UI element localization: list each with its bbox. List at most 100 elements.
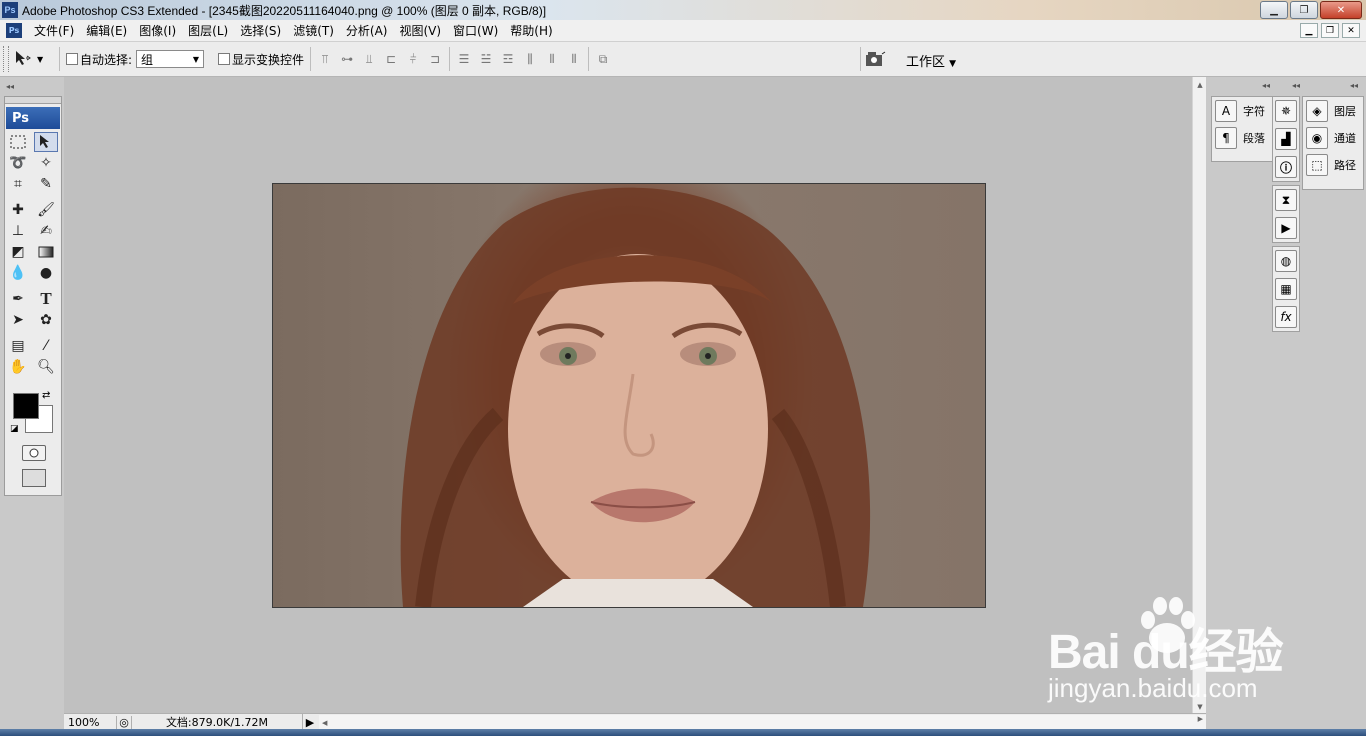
zoom-field[interactable]: 100%: [64, 715, 117, 729]
menu-window[interactable]: 窗口(W): [447, 22, 504, 39]
minimize-button[interactable]: ▁: [1260, 1, 1288, 19]
align-left-icon[interactable]: ⊏: [383, 52, 399, 66]
menu-edit[interactable]: 编辑(E): [80, 22, 133, 39]
doc-restore-button[interactable]: ❐: [1321, 23, 1339, 38]
custom-shape-tool-icon[interactable]: ✿: [34, 310, 58, 330]
title-bar: Ps Adobe Photoshop CS3 Extended - [2345截…: [0, 0, 1366, 20]
panel-paths[interactable]: ⬚ 路径: [1303, 151, 1363, 178]
align-horizontal-center-icon[interactable]: ⫩: [405, 52, 421, 66]
collapse-icon[interactable]: ◂◂: [1262, 81, 1270, 90]
scroll-right-icon[interactable]: ▶: [1198, 715, 1206, 723]
document-icon[interactable]: Ps: [6, 23, 22, 38]
paragraph-icon: ¶: [1215, 126, 1237, 149]
zoom-tool-icon[interactable]: 🔍︎: [34, 357, 58, 377]
bridge-icon[interactable]: [862, 48, 888, 70]
history-panel-group: ⧗ ▶: [1272, 185, 1300, 243]
scroll-down-icon[interactable]: ▼: [1193, 703, 1207, 711]
options-bar: ▼ 自动选择: 组 ▼ 显示变换控件 ⫪ ⊶ ⫫ ⊏ ⫩ ⊐ ☰ ☱ ☲ ⫼ ⦀…: [0, 42, 1366, 77]
toolbox-grip[interactable]: [5, 97, 61, 104]
lasso-tool-icon[interactable]: ➰: [6, 153, 30, 173]
healing-brush-tool-icon[interactable]: ✚: [6, 200, 30, 220]
history-icon[interactable]: ⧗: [1275, 189, 1297, 211]
panel-layers[interactable]: ◈ 图层: [1303, 97, 1363, 124]
distribute-bottom-icon[interactable]: ☲: [500, 52, 516, 66]
doc-close-button[interactable]: ✕: [1342, 23, 1360, 38]
eyedropper-tool-icon[interactable]: ⁄: [34, 336, 58, 356]
history-brush-tool-icon[interactable]: ✍: [34, 221, 58, 241]
auto-select-checkbox[interactable]: [66, 53, 78, 65]
quick-mask-icon[interactable]: [22, 445, 46, 461]
menu-file[interactable]: 文件(F): [28, 22, 80, 39]
distribute-vcenter-icon[interactable]: ☱: [478, 52, 494, 66]
swatches-icon[interactable]: ▦: [1275, 278, 1297, 300]
blur-tool-icon[interactable]: 💧: [6, 263, 30, 283]
status-menu-arrow-icon[interactable]: ▶: [303, 716, 317, 729]
tool-preset-picker[interactable]: ▼: [13, 49, 53, 70]
screen-mode-icon[interactable]: [22, 469, 46, 487]
styles-icon[interactable]: fx: [1275, 306, 1297, 328]
marquee-tool-icon[interactable]: [6, 132, 30, 152]
scroll-up-icon[interactable]: ▲: [1193, 81, 1207, 89]
panel-paragraph[interactable]: ¶ 段落: [1212, 124, 1272, 151]
options-grip[interactable]: [3, 46, 9, 72]
menu-image[interactable]: 图像(I): [133, 22, 182, 39]
document-image[interactable]: [272, 183, 986, 608]
crop-tool-icon[interactable]: ⌗: [6, 174, 30, 194]
align-bottom-icon[interactable]: ⫫: [361, 52, 377, 66]
maximize-button[interactable]: ❐: [1290, 1, 1318, 19]
paths-icon: ⬚: [1306, 153, 1328, 176]
move-tool-icon[interactable]: [34, 132, 58, 152]
workspace-button[interactable]: 工作区 ▼: [906, 51, 956, 70]
gradient-tool-icon[interactable]: [34, 242, 58, 262]
scroll-left-icon[interactable]: ◀: [319, 719, 327, 727]
color-icon[interactable]: ◍: [1275, 250, 1297, 272]
distribute-right-icon[interactable]: ⫴: [566, 52, 582, 66]
close-button[interactable]: ✕: [1320, 1, 1362, 19]
info-icon[interactable]: ⓘ: [1275, 156, 1297, 178]
auto-select-dropdown[interactable]: 组 ▼: [136, 50, 205, 68]
info-panel-group: ✵ ▟ ⓘ: [1272, 96, 1300, 182]
horizontal-scrollbar[interactable]: ◀ ▶: [319, 715, 1206, 729]
menu-view[interactable]: 视图(V): [393, 22, 447, 39]
collapse-left-icon[interactable]: ◂◂: [0, 77, 64, 91]
menu-select[interactable]: 选择(S): [234, 22, 287, 39]
status-preview-icon[interactable]: ◎: [117, 715, 132, 729]
slice-tool-icon[interactable]: ✎: [34, 174, 58, 194]
path-selection-tool-icon[interactable]: ➤: [6, 310, 30, 330]
collapse-icon[interactable]: ◂◂: [1292, 81, 1300, 90]
type-tool-icon[interactable]: T: [34, 289, 58, 309]
panel-character-label: 字符: [1243, 104, 1265, 118]
collapse-icon[interactable]: ◂◂: [1350, 81, 1358, 90]
navigator-icon[interactable]: ✵: [1275, 100, 1297, 122]
menu-filter[interactable]: 滤镜(T): [287, 22, 340, 39]
menu-layer[interactable]: 图层(L): [182, 22, 234, 39]
align-right-icon[interactable]: ⊐: [427, 52, 443, 66]
histogram-icon[interactable]: ▟: [1275, 128, 1297, 150]
character-icon: A: [1215, 99, 1237, 122]
pen-tool-icon[interactable]: ✒: [6, 289, 30, 309]
eraser-tool-icon[interactable]: ◩: [6, 242, 30, 262]
clone-stamp-tool-icon[interactable]: ⊥: [6, 221, 30, 241]
auto-align-layers-icon[interactable]: ⧉: [595, 52, 611, 66]
distribute-left-icon[interactable]: ⫼: [522, 52, 538, 66]
foreground-color-swatch[interactable]: [13, 393, 39, 419]
align-vertical-center-icon[interactable]: ⊶: [339, 52, 355, 66]
hand-tool-icon[interactable]: ✋: [6, 357, 30, 377]
show-transform-checkbox[interactable]: [218, 53, 231, 65]
dodge-tool-icon[interactable]: ●: [34, 263, 58, 283]
distribute-hcenter-icon[interactable]: ⦀: [544, 52, 560, 66]
panel-channels[interactable]: ◉ 通道: [1303, 124, 1363, 151]
doc-minimize-button[interactable]: ▁: [1300, 23, 1318, 38]
magic-wand-tool-icon[interactable]: ✧: [34, 153, 58, 173]
brush-tool-icon[interactable]: 🖌: [34, 200, 58, 220]
distribute-top-icon[interactable]: ☰: [456, 52, 472, 66]
menu-analysis[interactable]: 分析(A): [340, 22, 394, 39]
default-colors-icon[interactable]: ◪: [10, 424, 19, 434]
actions-icon[interactable]: ▶: [1275, 217, 1297, 239]
panel-character[interactable]: A 字符: [1212, 97, 1272, 124]
swap-colors-icon[interactable]: ⇄: [42, 390, 50, 401]
watermark-url: jingyan.baidu.com: [1048, 673, 1258, 703]
menu-help[interactable]: 帮助(H): [504, 22, 558, 39]
align-top-icon[interactable]: ⫪: [317, 52, 333, 66]
notes-tool-icon[interactable]: ▤: [6, 336, 30, 356]
